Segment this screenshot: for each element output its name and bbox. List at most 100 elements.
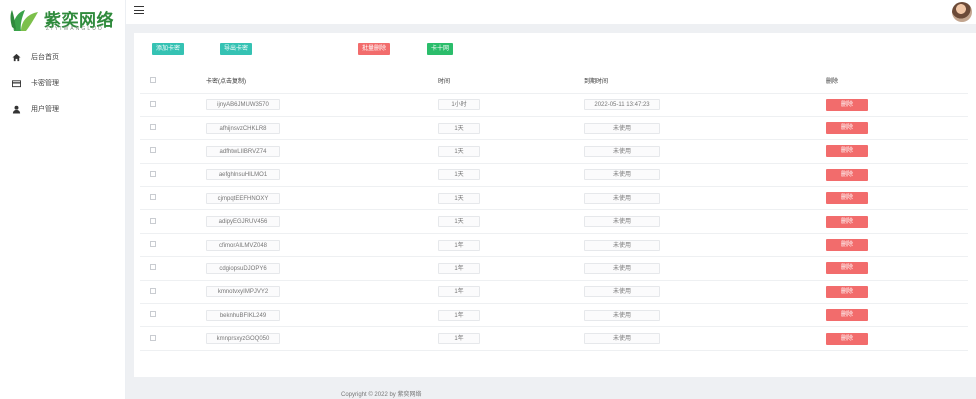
sidebar-item-home[interactable]: 后台首页 bbox=[0, 44, 126, 70]
batch-delete-button[interactable]: 批量删除 bbox=[358, 43, 391, 55]
card-expire: 未使用 bbox=[584, 122, 660, 134]
delete-cell: 删除 bbox=[826, 326, 968, 351]
delete-cell: 删除 bbox=[826, 139, 968, 164]
column-header-time: 时间 bbox=[438, 69, 584, 94]
column-header-expire: 到期时间 bbox=[584, 69, 826, 94]
row-checkbox[interactable] bbox=[150, 194, 156, 201]
card-management-panel: 添加卡密 导出卡密 批量删除 卡十网 卡密(点击复制) 时间 到期时间 删除 i… bbox=[134, 33, 976, 377]
delete-button[interactable]: 删除 bbox=[826, 192, 868, 205]
expire-cell: 2022-05-11 13:47:23 bbox=[584, 93, 826, 117]
table-header-row: 卡密(点击复制) 时间 到期时间 删除 bbox=[140, 69, 968, 94]
delete-cell: 删除 bbox=[826, 256, 968, 281]
row-checkbox[interactable] bbox=[150, 170, 156, 177]
row-checkbox[interactable] bbox=[150, 147, 156, 154]
row-checkbox[interactable] bbox=[150, 334, 156, 341]
code-cell: adfhtwLIIBRVZ74 bbox=[198, 139, 438, 164]
card-duration: 1年 bbox=[438, 309, 480, 321]
card-code[interactable]: beknhuBFIKL249 bbox=[206, 309, 280, 321]
expire-cell: 未使用 bbox=[584, 326, 826, 351]
delete-button[interactable]: 删除 bbox=[826, 122, 868, 135]
card-table: 卡密(点击复制) 时间 到期时间 删除 ijnyAB6JMUW3570 1小时 20… bbox=[140, 69, 968, 351]
card-duration: 1天 bbox=[438, 192, 480, 204]
row-check-cell bbox=[140, 233, 198, 258]
card-expire: 未使用 bbox=[584, 333, 660, 345]
brand-logo[interactable]: 紫奕网络 ZIYIWANGLUO bbox=[8, 4, 126, 34]
delete-button[interactable]: 删除 bbox=[826, 98, 868, 111]
delete-button[interactable]: 删除 bbox=[826, 239, 868, 252]
card-code[interactable]: kmnotvxyIMPJVY2 bbox=[206, 286, 280, 298]
card-site-button[interactable]: 卡十网 bbox=[427, 43, 454, 55]
card-expire: 2022-05-11 13:47:23 bbox=[584, 99, 660, 111]
card-code[interactable]: cdgiopsuDJOPY6 bbox=[206, 262, 280, 274]
delete-button[interactable]: 删除 bbox=[826, 332, 868, 345]
card-code[interactable]: adipyEGJRUV456 bbox=[206, 216, 280, 228]
row-check-cell bbox=[140, 139, 198, 164]
table-row: kmnprsxyzGOQ050 1年 未使用 删除 bbox=[140, 326, 968, 351]
row-checkbox[interactable] bbox=[150, 264, 156, 271]
delete-button[interactable]: 删除 bbox=[826, 309, 868, 322]
card-duration: 1年 bbox=[438, 286, 480, 298]
card-expire: 未使用 bbox=[584, 192, 660, 204]
delete-cell: 删除 bbox=[826, 93, 968, 117]
card-duration: 1年 bbox=[438, 239, 480, 251]
card-expire: 未使用 bbox=[584, 286, 660, 298]
card-code[interactable]: aefghlnsuHILMO1 bbox=[206, 169, 280, 181]
expire-cell: 未使用 bbox=[584, 116, 826, 141]
row-check-cell bbox=[140, 186, 198, 211]
sidebar-item-users[interactable]: 用户管理 bbox=[0, 96, 126, 122]
row-checkbox[interactable] bbox=[150, 217, 156, 224]
table-row: adipyEGJRUV456 1天 未使用 删除 bbox=[140, 209, 968, 234]
card-expire: 未使用 bbox=[584, 216, 660, 228]
row-check-cell bbox=[140, 326, 198, 351]
row-checkbox[interactable] bbox=[150, 241, 156, 248]
sidebar-item-cards[interactable]: 卡密管理 bbox=[0, 70, 126, 96]
export-card-button[interactable]: 导出卡密 bbox=[220, 43, 253, 55]
card-code[interactable]: ijnyAB6JMUW3570 bbox=[206, 99, 280, 111]
row-check-cell bbox=[140, 280, 198, 305]
add-card-button[interactable]: 添加卡密 bbox=[152, 43, 185, 55]
hamburger-icon[interactable] bbox=[134, 6, 144, 14]
card-code[interactable]: cfimorAILMVZ048 bbox=[206, 239, 280, 251]
expire-cell: 未使用 bbox=[584, 256, 826, 281]
card-code[interactable]: afhijnsvzCHKLR8 bbox=[206, 122, 280, 134]
expire-cell: 未使用 bbox=[584, 163, 826, 188]
delete-button[interactable]: 删除 bbox=[826, 145, 868, 158]
code-cell: aefghlnsuHILMO1 bbox=[198, 163, 438, 188]
delete-button[interactable]: 删除 bbox=[826, 215, 868, 228]
code-cell: afhijnsvzCHKLR8 bbox=[198, 116, 438, 141]
row-checkbox[interactable] bbox=[150, 311, 156, 318]
delete-button[interactable]: 删除 bbox=[826, 262, 868, 275]
card-code[interactable]: cjmpqtEEFHNOXY bbox=[206, 192, 280, 204]
row-checkbox[interactable] bbox=[150, 124, 156, 131]
delete-button[interactable]: 删除 bbox=[826, 168, 868, 181]
card-duration: 1小时 bbox=[438, 99, 480, 111]
card-code[interactable]: adfhtwLIIBRVZ74 bbox=[206, 145, 280, 157]
delete-button[interactable]: 删除 bbox=[826, 285, 868, 298]
leaf-logo-icon bbox=[10, 10, 38, 31]
code-cell: kmnotvxyIMPJVY2 bbox=[198, 280, 438, 305]
user-avatar[interactable] bbox=[952, 2, 972, 22]
row-check-cell bbox=[140, 93, 198, 117]
table-row: adfhtwLIIBRVZ74 1天 未使用 删除 bbox=[140, 139, 968, 164]
table-row: cfimorAILMVZ048 1年 未使用 删除 bbox=[140, 233, 968, 258]
time-cell: 1年 bbox=[438, 256, 584, 281]
card-expire: 未使用 bbox=[584, 309, 660, 321]
card-expire: 未使用 bbox=[584, 145, 660, 157]
card-code[interactable]: kmnprsxyzGOQ050 bbox=[206, 333, 280, 345]
table-row: cdgiopsuDJOPY6 1年 未使用 删除 bbox=[140, 256, 968, 281]
sidebar-item-label: 用户管理 bbox=[31, 106, 59, 113]
toolbar: 添加卡密 导出卡密 批量删除 卡十网 bbox=[134, 33, 976, 61]
time-cell: 1年 bbox=[438, 233, 584, 258]
card-duration: 1天 bbox=[438, 122, 480, 134]
expire-cell: 未使用 bbox=[584, 303, 826, 328]
select-all-checkbox[interactable] bbox=[150, 76, 156, 83]
card-icon bbox=[12, 79, 21, 87]
delete-cell: 删除 bbox=[826, 116, 968, 141]
row-checkbox[interactable] bbox=[150, 100, 156, 107]
card-duration: 1年 bbox=[438, 333, 480, 345]
card-duration: 1天 bbox=[438, 145, 480, 157]
row-checkbox[interactable] bbox=[150, 287, 156, 294]
time-cell: 1天 bbox=[438, 186, 584, 211]
time-cell: 1天 bbox=[438, 209, 584, 234]
top-bar bbox=[126, 0, 976, 24]
